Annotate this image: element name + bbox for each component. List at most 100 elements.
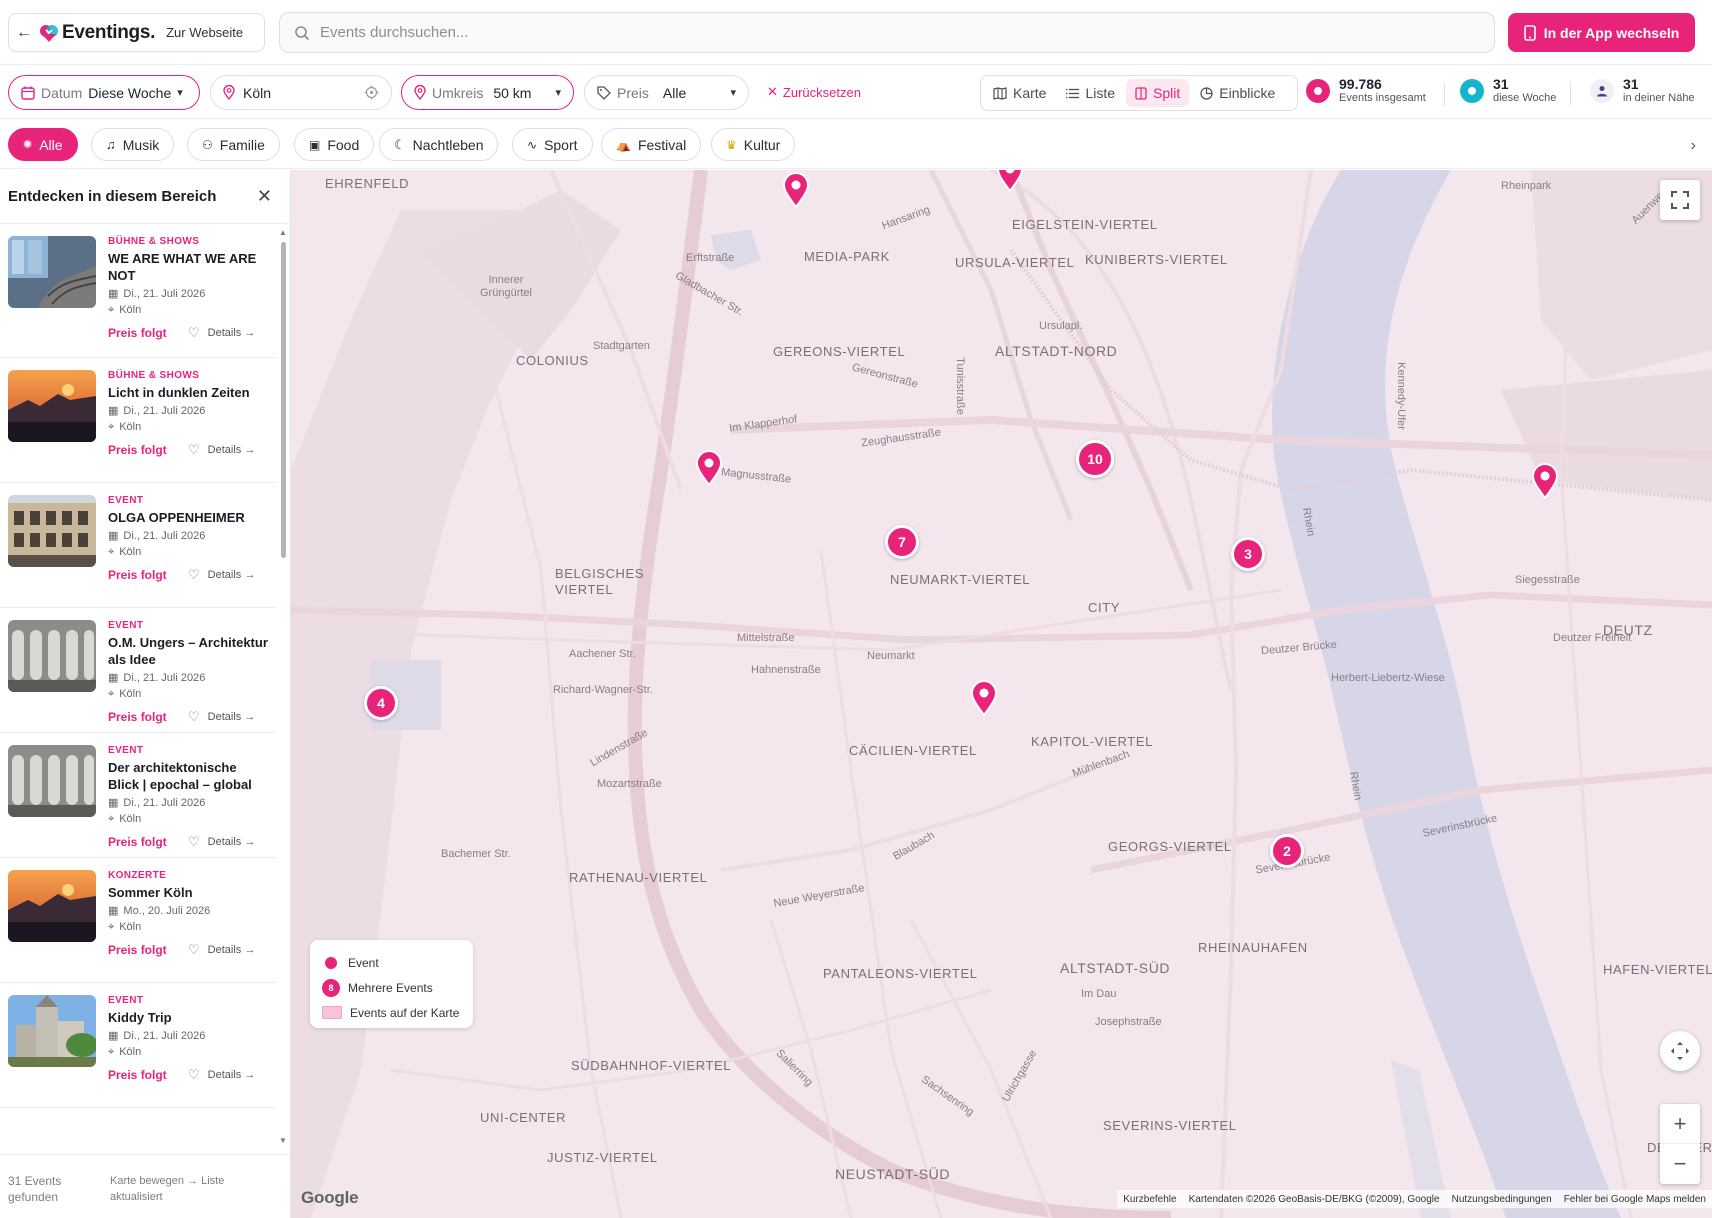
event-cluster-marker[interactable]: 10	[1076, 440, 1114, 478]
close-sidebar-icon[interactable]: ✕	[257, 186, 272, 207]
event-pin-icon[interactable]	[970, 680, 998, 716]
event-pin-icon[interactable]	[782, 172, 810, 208]
fullscreen-button[interactable]	[1660, 180, 1700, 220]
favorite-heart-icon[interactable]: ♡	[188, 325, 200, 341]
event-title[interactable]: Licht in dunklen Zeiten	[108, 384, 268, 401]
event-date-text: Di., 21. Juli 2026	[123, 797, 206, 809]
favorite-heart-icon[interactable]: ♡	[188, 567, 200, 583]
location-filter[interactable]: Köln	[210, 75, 392, 110]
favorite-heart-icon[interactable]: ♡	[188, 442, 200, 458]
event-title[interactable]: Der architektonische Blick | epochal – g…	[108, 759, 268, 793]
favorite-heart-icon[interactable]: ♡	[188, 942, 200, 958]
event-footer: Preis folgt ♡ Details →	[108, 834, 268, 850]
scroll-down-icon[interactable]: ▼	[279, 1136, 287, 1145]
switch-to-app-button[interactable]: In der App wechseln	[1508, 13, 1695, 52]
reset-filters-button[interactable]: ✕ Zurücksetzen	[767, 84, 861, 100]
camera-control-button[interactable]	[1660, 1031, 1700, 1071]
search-input[interactable]: Events durchsuchen...	[279, 12, 1495, 53]
district-label: SEVERINS-VIERTEL	[1103, 1118, 1237, 1133]
favorite-heart-icon[interactable]: ♡	[188, 1067, 200, 1083]
event-thumbnail[interactable]	[8, 620, 96, 692]
view-split-button[interactable]: Split	[1126, 79, 1190, 107]
category-festival[interactable]: ⛺ Festival	[601, 128, 702, 161]
category-food[interactable]: ▣ Food	[294, 128, 375, 161]
view-liste-label: Liste	[1085, 85, 1116, 101]
category-sport[interactable]: ∿ Sport	[512, 128, 593, 161]
event-details-link[interactable]: Details →	[208, 569, 256, 581]
event-card[interactable]: EVENT OLGA OPPENHEIMER ▦ Di., 21. Juli 2026…	[0, 483, 276, 608]
theater-masks-icon: ♛	[726, 137, 737, 152]
stat-nearby: 31 in deiner Nähe	[1590, 76, 1695, 105]
event-title[interactable]: Kiddy Trip	[108, 1009, 268, 1026]
event-card[interactable]: EVENT Kiddy Trip ▦ Di., 21. Juli 2026 ⌖ Köln P…	[0, 983, 276, 1108]
zoom-out-button[interactable]: −	[1660, 1144, 1700, 1184]
map-view[interactable]: EHRENFELD MEDIA-PARK EIGELSTEIN-VIERTEL …	[291, 170, 1712, 1218]
event-card[interactable]: EVENT Der architektonische Blick | epocha…	[0, 733, 276, 858]
locate-me-icon[interactable]	[364, 85, 379, 100]
event-details-link[interactable]: Details →	[208, 711, 256, 723]
date-filter[interactable]: Datum Diese Woche ▾	[8, 75, 200, 110]
event-cluster-marker[interactable]: 2	[1270, 834, 1304, 868]
view-karte-button[interactable]: Karte	[984, 79, 1055, 107]
event-thumbnail[interactable]	[8, 495, 96, 567]
event-title[interactable]: WE ARE WHAT WE ARE NOT	[108, 250, 268, 284]
event-details-link[interactable]: Details →	[208, 444, 256, 456]
event-thumbnail[interactable]	[8, 870, 96, 942]
event-date-text: Di., 21. Juli 2026	[123, 530, 206, 542]
report-error-link[interactable]: Fehler bei Google Maps melden	[1564, 1194, 1706, 1205]
search-placeholder: Events durchsuchen...	[320, 24, 469, 41]
chevron-down-icon: ▾	[555, 87, 561, 99]
event-title[interactable]: OLGA OPPENHEIMER	[108, 509, 268, 526]
view-einblicke-button[interactable]: Einblicke	[1191, 79, 1284, 107]
event-cluster-marker[interactable]: 7	[885, 525, 919, 559]
event-details-link[interactable]: Details →	[208, 944, 256, 956]
category-label: Alle	[39, 136, 63, 153]
event-title[interactable]: O.M. Ungers – Architektur als Idee	[108, 634, 268, 668]
event-thumbnail[interactable]	[8, 995, 96, 1067]
event-location: ⌖ Köln	[108, 921, 268, 933]
street-label: Tunisstraße	[953, 357, 966, 415]
radius-pin-icon	[414, 85, 426, 100]
event-cluster-marker[interactable]: 3	[1231, 537, 1265, 571]
calendar-icon: ▦	[108, 905, 119, 917]
category-familie[interactable]: ⚇ Familie	[187, 128, 280, 161]
location-pin-icon: ⌖	[108, 546, 115, 558]
event-details-link[interactable]: Details →	[208, 836, 256, 848]
event-card[interactable]: KONZERTE Sommer Köln ▦ Mo., 20. Juli 2026 ⌖ K…	[0, 858, 276, 983]
website-link[interactable]: Zur Webseite	[166, 25, 243, 40]
scroll-up-icon[interactable]: ▲	[279, 228, 287, 237]
radius-filter[interactable]: Umkreis 50 km ▾	[401, 75, 574, 110]
category-kultur[interactable]: ♛ Kultur	[711, 128, 796, 161]
district-label: NEUMARKT-VIERTEL	[890, 572, 1031, 587]
event-pin-icon[interactable]	[996, 170, 1024, 192]
event-date-text: Di., 21. Juli 2026	[123, 405, 206, 417]
event-pin-icon[interactable]	[695, 450, 723, 486]
keyboard-shortcuts-link[interactable]: Kurzbefehle	[1123, 1194, 1176, 1205]
event-thumbnail[interactable]	[8, 745, 96, 817]
event-title[interactable]: Sommer Köln	[108, 884, 268, 901]
chevron-right-icon[interactable]: ›	[1691, 137, 1696, 155]
event-details-link[interactable]: Details →	[208, 1069, 256, 1081]
event-thumbnail[interactable]	[8, 236, 96, 308]
stat-total-label: Events insgesamt	[1339, 92, 1426, 104]
favorite-heart-icon[interactable]: ♡	[188, 834, 200, 850]
category-musik[interactable]: ♫ Musik	[91, 128, 175, 161]
category-nachtleben[interactable]: ☾ Nachtleben	[379, 128, 499, 161]
favorite-heart-icon[interactable]: ♡	[188, 709, 200, 725]
view-liste-button[interactable]: Liste	[1057, 79, 1124, 107]
scroll-thumb[interactable]	[281, 242, 286, 558]
event-card[interactable]: BÜHNE & SHOWS Licht in dunklen Zeiten ▦ Di.…	[0, 358, 276, 483]
back-to-website-button[interactable]: ← Eventings. Zur Webseite	[8, 13, 265, 52]
event-card[interactable]: BÜHNE & SHOWS WE ARE WHAT WE ARE NOT ▦ Di.,…	[0, 224, 276, 358]
sidebar-scrollbar[interactable]: ▲ ▼	[279, 228, 287, 1148]
district-label: BELGISCHES VIERTEL	[555, 566, 645, 597]
event-pin-icon[interactable]	[1531, 463, 1559, 499]
category-alle[interactable]: ✺ Alle	[8, 128, 78, 161]
event-cluster-marker[interactable]: 4	[364, 686, 398, 720]
zoom-in-button[interactable]: +	[1660, 1104, 1700, 1144]
price-filter[interactable]: Preis Alle ▾	[584, 75, 749, 110]
event-details-link[interactable]: Details →	[208, 327, 256, 339]
terms-link[interactable]: Nutzungsbedingungen	[1452, 1194, 1552, 1205]
event-thumbnail[interactable]	[8, 370, 96, 442]
event-card[interactable]: EVENT O.M. Ungers – Architektur als Idee ▦…	[0, 608, 276, 733]
